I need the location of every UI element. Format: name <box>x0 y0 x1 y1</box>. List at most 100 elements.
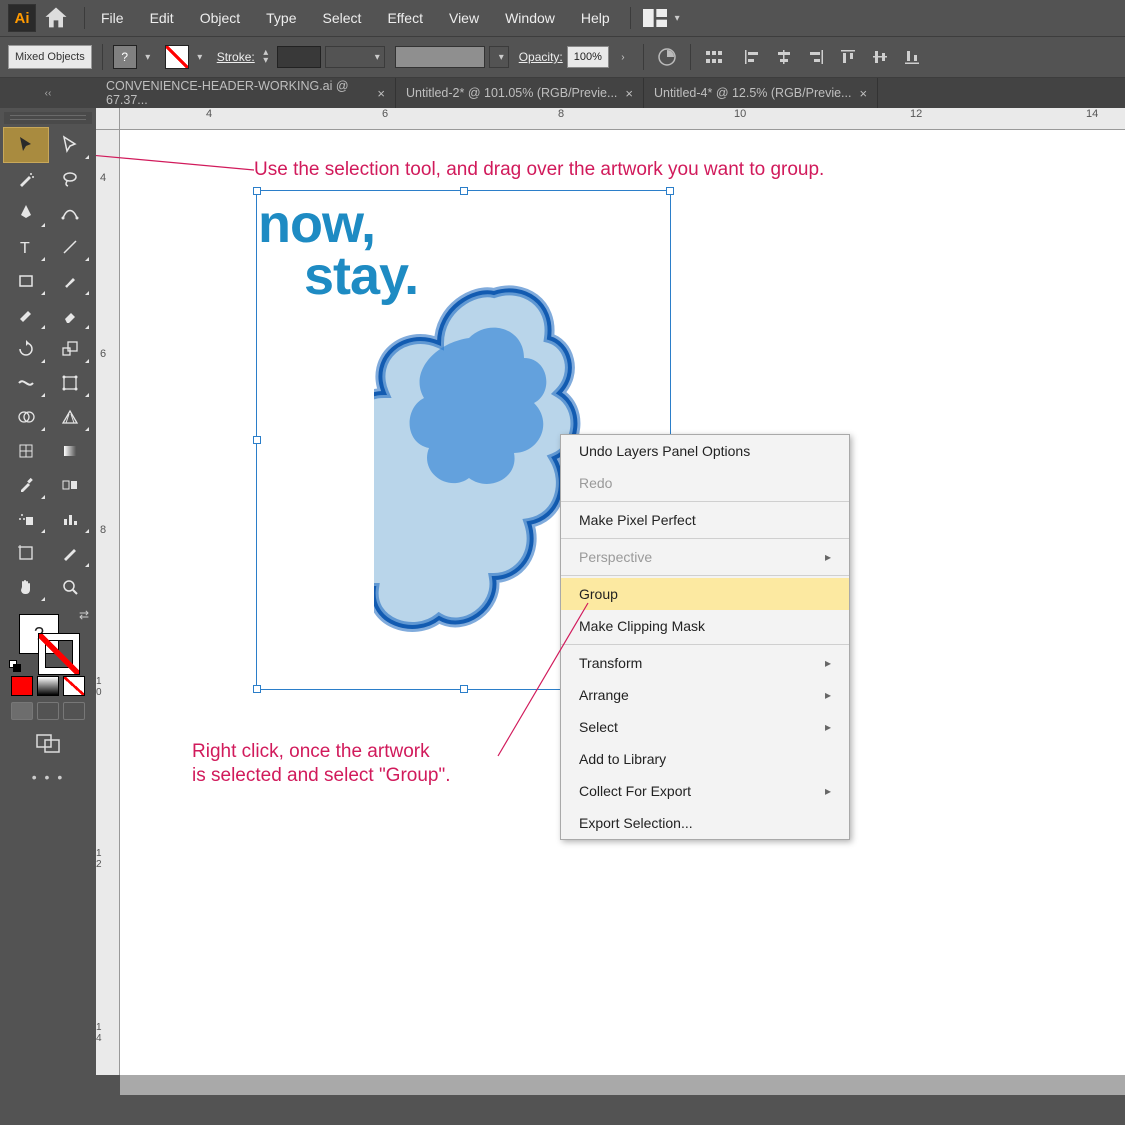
selection-handle[interactable] <box>666 187 674 195</box>
menu-view[interactable]: View <box>439 4 489 32</box>
stroke-label[interactable]: Stroke: <box>217 50 255 64</box>
doc-tab[interactable]: Untitled-4* @ 12.5% (RGB/Previe...× <box>644 78 878 108</box>
selection-handle[interactable] <box>460 187 468 195</box>
gradient-tool[interactable] <box>48 434 92 468</box>
ctx-collect-for-export[interactable]: Collect For Export▸ <box>561 775 849 807</box>
doc-tab[interactable]: Untitled-2* @ 101.05% (RGB/Previe...× <box>396 78 644 108</box>
symbol-sprayer-tool[interactable] <box>4 502 48 536</box>
align-right-icon[interactable] <box>801 46 831 68</box>
chevron-down-icon[interactable]: ▾ <box>489 46 509 68</box>
ruler-origin[interactable] <box>96 108 120 130</box>
ruler-horizontal[interactable]: 4 6 8 10 12 14 <box>120 108 1125 130</box>
menu-effect[interactable]: Effect <box>377 4 433 32</box>
stroke-profile-dropdown[interactable]: ▾ <box>325 46 385 68</box>
doc-tab[interactable]: CONVENIENCE-HEADER-WORKING.ai @ 67.37...… <box>96 78 396 108</box>
align-top-icon[interactable] <box>833 46 863 68</box>
panel-collapse-strip[interactable]: ‹‹ <box>0 78 96 108</box>
shaper-tool[interactable] <box>4 298 48 332</box>
shape-builder-tool[interactable] <box>4 400 48 434</box>
opacity-value[interactable]: 100% <box>567 46 609 68</box>
home-icon[interactable] <box>42 4 70 32</box>
slice-tool[interactable] <box>48 536 92 570</box>
ctx-arrange[interactable]: Arrange▸ <box>561 679 849 711</box>
selection-handle[interactable] <box>253 436 261 444</box>
selection-handle[interactable] <box>253 685 261 693</box>
screen-mode-normal[interactable] <box>11 702 33 720</box>
eyedropper-tool[interactable] <box>4 468 48 502</box>
color-mode-gradient[interactable] <box>37 676 59 696</box>
color-mode-none[interactable] <box>63 676 85 696</box>
fill-control[interactable]: ? ▾ <box>113 45 155 69</box>
align-vcenter-icon[interactable] <box>865 46 895 68</box>
selection-tool[interactable] <box>4 128 48 162</box>
screen-mode-full[interactable] <box>37 702 59 720</box>
eraser-tool[interactable] <box>48 298 92 332</box>
scale-tool[interactable] <box>48 332 92 366</box>
direct-selection-tool[interactable] <box>48 128 92 162</box>
ctx-add-to-library[interactable]: Add to Library <box>561 743 849 775</box>
ctx-transform[interactable]: Transform▸ <box>561 647 849 679</box>
close-icon[interactable]: × <box>377 86 385 101</box>
align-bottom-icon[interactable] <box>897 46 927 68</box>
panel-grip-icon[interactable] <box>4 112 92 124</box>
opacity-chevron-icon[interactable]: › <box>613 45 633 69</box>
hand-tool[interactable] <box>4 570 48 604</box>
pen-tool[interactable] <box>4 196 48 230</box>
ctx-select[interactable]: Select▸ <box>561 711 849 743</box>
workspace-switcher-icon[interactable] <box>643 9 667 27</box>
magic-wand-tool[interactable] <box>4 162 48 196</box>
line-tool[interactable] <box>48 230 92 264</box>
menu-object[interactable]: Object <box>190 4 250 32</box>
free-transform-tool[interactable] <box>48 366 92 400</box>
menu-window[interactable]: Window <box>495 4 565 32</box>
blend-tool[interactable] <box>48 468 92 502</box>
align-hcenter-icon[interactable] <box>769 46 799 68</box>
ctx-undo[interactable]: Undo Layers Panel Options <box>561 435 849 467</box>
fill-swatch[interactable]: ? <box>113 45 137 69</box>
close-icon[interactable]: × <box>625 86 633 101</box>
chevron-down-icon[interactable]: ▾ <box>193 45 207 69</box>
menu-help[interactable]: Help <box>571 4 620 32</box>
color-mode-color[interactable] <box>11 676 33 696</box>
ctx-export-selection[interactable]: Export Selection... <box>561 807 849 839</box>
opacity-label[interactable]: Opacity: <box>519 50 563 64</box>
ctx-make-clipping-mask[interactable]: Make Clipping Mask <box>561 610 849 642</box>
fill-stroke-control[interactable]: ⇄ ? <box>13 610 83 670</box>
align-to-icon[interactable] <box>701 46 727 68</box>
lasso-tool[interactable] <box>48 162 92 196</box>
ruler-vertical[interactable]: 4 6 8 10 12 14 <box>96 130 120 1075</box>
menu-file[interactable]: File <box>91 4 134 32</box>
perspective-grid-tool[interactable] <box>48 400 92 434</box>
edit-toolbar-icon[interactable]: • • • <box>32 769 64 785</box>
artboard-tool[interactable] <box>4 536 48 570</box>
rotate-tool[interactable] <box>4 332 48 366</box>
draw-mode-icon[interactable] <box>34 732 62 759</box>
stroke-weight-stepper[interactable]: ▴▾ <box>259 46 273 68</box>
close-icon[interactable]: × <box>859 86 867 101</box>
rectangle-tool[interactable] <box>4 264 48 298</box>
curvature-tool[interactable] <box>48 196 92 230</box>
stroke-control[interactable]: ▾ <box>165 45 207 69</box>
ctx-make-pixel-perfect[interactable]: Make Pixel Perfect <box>561 504 849 536</box>
brush-definition-dropdown[interactable] <box>395 46 485 68</box>
zoom-tool[interactable] <box>48 570 92 604</box>
menu-type[interactable]: Type <box>256 4 306 32</box>
default-fill-stroke-icon[interactable] <box>9 660 23 674</box>
paintbrush-tool[interactable] <box>48 264 92 298</box>
ctx-group[interactable]: Group <box>561 578 849 610</box>
stroke-swatch[interactable] <box>165 45 189 69</box>
align-left-icon[interactable] <box>737 46 767 68</box>
stroke-weight-field[interactable] <box>277 46 321 68</box>
screen-mode-presentation[interactable] <box>63 702 85 720</box>
chevron-down-icon[interactable]: ▾ <box>141 45 155 69</box>
stroke-indicator[interactable] <box>39 634 79 674</box>
width-tool[interactable] <box>4 366 48 400</box>
column-graph-tool[interactable] <box>48 502 92 536</box>
mesh-tool[interactable] <box>4 434 48 468</box>
swap-fill-stroke-icon[interactable]: ⇄ <box>79 608 89 622</box>
menu-select[interactable]: Select <box>313 4 372 32</box>
menu-edit[interactable]: Edit <box>140 4 184 32</box>
chevron-down-icon[interactable]: ▾ <box>675 13 680 24</box>
type-tool[interactable]: T <box>4 230 48 264</box>
recolor-artwork-icon[interactable] <box>654 46 680 68</box>
